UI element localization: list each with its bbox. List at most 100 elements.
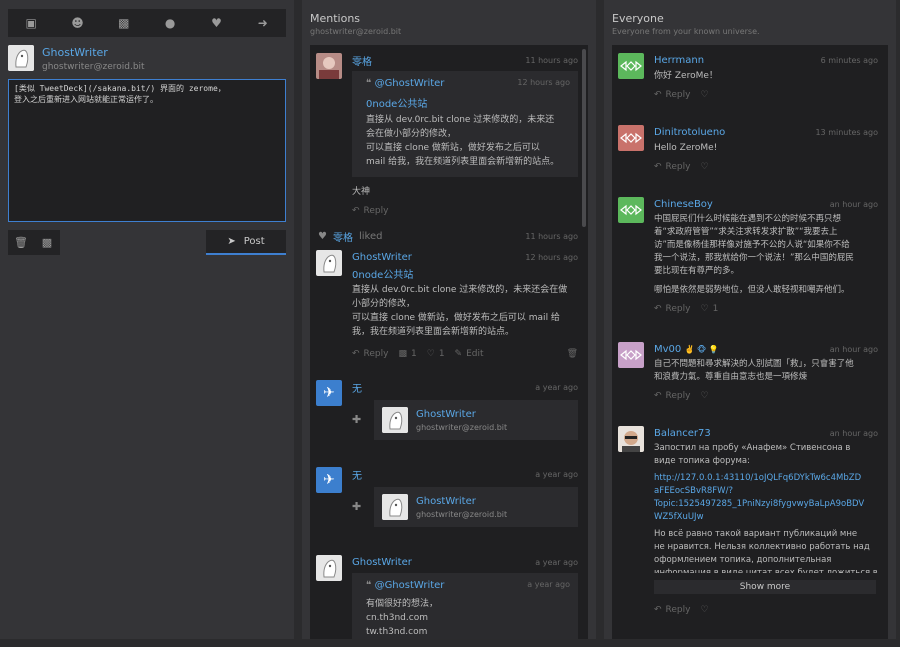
everyone-feed[interactable]: Herrmann 6 minutes ago 你好 ZeroMe！ ↶ Reply…: [612, 45, 888, 639]
post-line: 可以直接 clone 做新站，做好发布之后可以 mail 给: [352, 313, 560, 323]
post-author[interactable]: Mv00 ✌️ 🐵 💡: [654, 344, 719, 355]
top-toolbar: ▣ ☻ ▩ ● ♥ ➜: [8, 9, 286, 37]
avatar[interactable]: [382, 494, 408, 520]
users-icon[interactable]: ☻: [54, 9, 100, 37]
post-author[interactable]: GhostWriter: [352, 557, 412, 568]
post-time[interactable]: 13 minutes ago: [815, 128, 878, 137]
contacts-icon[interactable]: ▣: [8, 9, 54, 37]
avatar[interactable]: [618, 197, 644, 223]
avatar[interactable]: [8, 45, 34, 71]
trash-icon[interactable]: 🗑: [567, 349, 578, 359]
post-time[interactable]: a year ago: [535, 470, 578, 479]
post-line: 和浪費力氣。尊重自由意志也是一項修煉: [654, 372, 808, 382]
post-line: виде топика форума:: [654, 456, 750, 466]
heart-icon[interactable]: ♡: [700, 162, 708, 172]
post-subject[interactable]: 0node公共站: [352, 266, 578, 281]
left-panel: ▣ ☻ ▩ ● ♥ ➜ GhostWriter ghostwriter@zero…: [0, 0, 294, 639]
post-time[interactable]: 11 hours ago: [525, 56, 578, 65]
quote-line: mail 给我，我在频道列表里面会新增新的站点。: [366, 157, 560, 167]
reply-button[interactable]: ↶ Reply: [654, 391, 690, 401]
post-author[interactable]: Herrmann: [654, 55, 704, 66]
show-more-button[interactable]: Show more: [654, 580, 876, 594]
post-author[interactable]: Balancer73: [654, 428, 711, 439]
followed-user-card[interactable]: ✚ GhostWriter ghostwriter@zeroid.bit: [352, 487, 578, 527]
quote-subject[interactable]: 0node公共站: [366, 95, 570, 110]
heart-icon[interactable]: ♡: [700, 605, 708, 615]
comments-button[interactable]: ▩ 1: [398, 349, 416, 359]
post-time[interactable]: an hour ago: [830, 429, 878, 438]
liker-name[interactable]: 零格: [333, 229, 353, 244]
quote-author[interactable]: ❝ @GhostWriter: [366, 78, 444, 89]
post-author[interactable]: ChineseBoy: [654, 199, 713, 210]
post-author[interactable]: Dinitrotolueno: [654, 127, 725, 138]
heart-icon[interactable]: ♥: [193, 9, 239, 37]
avatar[interactable]: [618, 342, 644, 368]
quote-line: 有個很好的想法，: [366, 599, 439, 609]
reply-button[interactable]: ↶ Reply: [654, 304, 690, 314]
avatar[interactable]: [618, 53, 644, 79]
mentions-feed[interactable]: 零格 11 hours ago ❝ @GhostWriter 12 hours …: [310, 45, 588, 639]
reply-icon: ↶: [654, 605, 662, 615]
post-line: не нравится. Нельзя коллективно работать…: [654, 542, 870, 552]
reply-button[interactable]: ↶ Reply: [654, 162, 690, 172]
post-time[interactable]: an hour ago: [830, 200, 878, 209]
quote-line: 会在做小部分的修改，: [366, 129, 457, 139]
post-time[interactable]: 12 hours ago: [525, 253, 578, 262]
quote-line: tw.th3nd.com: [366, 627, 428, 637]
heart-icon: ♥: [318, 231, 327, 242]
feed-post: Dinitrotolueno 13 minutes ago Hello Zero…: [618, 125, 878, 172]
followed-user-name[interactable]: GhostWriter: [416, 409, 507, 420]
post-author[interactable]: 零格: [352, 53, 372, 68]
avatar[interactable]: [618, 426, 644, 452]
like-button[interactable]: ♡ 1: [700, 304, 718, 314]
globe-icon[interactable]: ●: [147, 9, 193, 37]
post-link[interactable]: http://127.0.0.1:43110/1oJQLFq6DYkTw6c4M…: [654, 472, 878, 524]
post-time[interactable]: a year ago: [535, 558, 578, 567]
reply-button[interactable]: ↶ Reply: [654, 605, 690, 615]
quoted-post: ❝ @GhostWriter a year ago 有個很好的想法， cn.th…: [352, 573, 578, 639]
quoted-post: ❝ @GhostWriter 12 hours ago 0node公共站 直接从…: [352, 71, 578, 177]
reply-button[interactable]: ↶ Reply: [654, 90, 690, 100]
post-author[interactable]: 无: [352, 467, 362, 482]
avatar[interactable]: [618, 125, 644, 151]
post-line: 我，我在频道列表里面会新增新的站点。: [352, 327, 515, 337]
heart-icon[interactable]: ♡: [700, 90, 708, 100]
post-time: 11 hours ago: [525, 232, 578, 241]
reply-button[interactable]: ↶ Reply: [352, 349, 388, 359]
avatar[interactable]: [316, 250, 342, 276]
avatar[interactable]: [382, 407, 408, 433]
post-time[interactable]: a year ago: [535, 383, 578, 392]
user-name[interactable]: GhostWriter: [42, 46, 145, 59]
followed-user-card[interactable]: ✚ GhostWriter ghostwriter@zeroid.bit: [352, 400, 578, 440]
scrollbar[interactable]: [582, 49, 586, 227]
heart-icon: ♡: [426, 349, 435, 359]
post-button[interactable]: ➤ Post: [206, 230, 286, 255]
post-text: 大神: [352, 187, 371, 197]
quote-line: 直接从 dev.0rc.bit clone 过来修改的，未来还: [366, 115, 555, 125]
plane-icon[interactable]: ✈: [316, 467, 342, 493]
reply-icon: ↶: [352, 206, 360, 216]
followed-user-address: ghostwriter@zeroid.bit: [416, 509, 508, 519]
trash-icon[interactable]: 🗑: [8, 230, 34, 255]
logout-icon[interactable]: ➜: [240, 9, 286, 37]
avatar[interactable]: [316, 53, 342, 79]
edit-icon: ✎: [454, 349, 463, 359]
edit-button[interactable]: ✎ Edit: [455, 349, 484, 359]
plane-icon[interactable]: ✈: [316, 380, 342, 406]
reply-button[interactable]: ↶ Reply: [352, 206, 388, 216]
image-icon[interactable]: ▩: [101, 9, 147, 37]
post-author[interactable]: GhostWriter: [352, 252, 412, 263]
heart-icon[interactable]: ♡: [700, 391, 708, 401]
post-text: Hello ZeroMe!: [654, 143, 718, 153]
followed-user-name[interactable]: GhostWriter: [416, 496, 507, 507]
post-time[interactable]: an hour ago: [830, 345, 878, 354]
like-button[interactable]: ♡ 1: [427, 349, 445, 359]
column-subtitle: ghostwriter@zeroid.bit: [310, 27, 402, 36]
post-textarea[interactable]: [类似 TweetDeck](/sakana.bit/) 界面的 zerome，…: [8, 79, 286, 222]
avatar[interactable]: [316, 555, 342, 581]
image-icon[interactable]: ▩: [34, 230, 60, 255]
post-author[interactable]: 无: [352, 380, 362, 395]
post-line: 中国屁民们什么时候能在遇到不公的时候不再只想: [654, 214, 842, 224]
quote-author[interactable]: ❝ @GhostWriter: [366, 580, 444, 591]
post-time[interactable]: 6 minutes ago: [821, 56, 878, 65]
